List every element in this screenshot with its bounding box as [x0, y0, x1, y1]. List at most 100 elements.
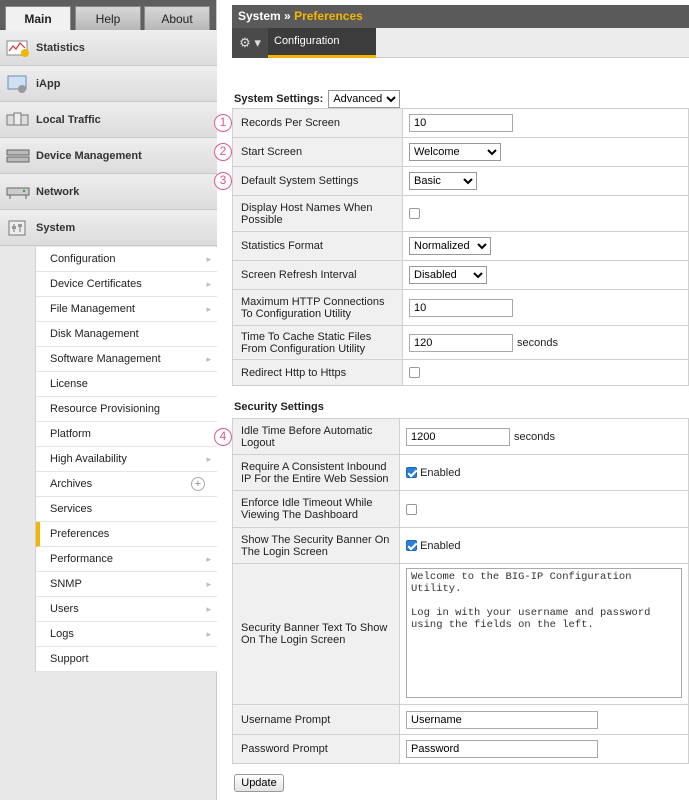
- system-settings-header: System Settings: Advanced: [234, 90, 401, 108]
- display-host-names-label: Display Host Names When Possible: [232, 195, 403, 232]
- password-prompt-input[interactable]: [406, 740, 598, 758]
- start-screen-select[interactable]: Welcome: [409, 143, 501, 161]
- max-http-label: Maximum HTTP Connections To Configuratio…: [232, 289, 403, 326]
- idle-time-unit: seconds: [514, 430, 555, 443]
- default-system-settings-select[interactable]: Basic: [409, 172, 477, 190]
- chevron-right-icon: ▸: [206, 279, 211, 289]
- nav-device-management[interactable]: Device Management: [0, 138, 217, 174]
- breadcrumb-page: Preferences: [294, 9, 363, 23]
- system-submenu: Configuration ▸ Device Certificates ▸ File M…: [35, 247, 217, 672]
- idle-time-input[interactable]: [406, 427, 510, 446]
- add-icon[interactable]: +: [191, 477, 205, 491]
- sidebar-item-archives[interactable]: Archives +: [36, 472, 217, 497]
- screen-refresh-label: Screen Refresh Interval: [232, 260, 403, 290]
- idle-time-label: 4 Idle Time Before Automatic Logout: [214, 418, 400, 455]
- sidebar-item-file-management[interactable]: File Management ▸: [36, 297, 217, 322]
- sidebar-item-label: Performance: [50, 553, 113, 565]
- sidebar-item-label: Users: [50, 603, 79, 615]
- sidebar-item-logs[interactable]: Logs ▸: [36, 622, 217, 647]
- show-banner-label: Show The Security Banner On The Login Sc…: [232, 527, 400, 564]
- iapp-icon: [6, 75, 30, 93]
- sidebar-item-performance[interactable]: Performance ▸: [36, 547, 217, 572]
- start-screen-label: 2 Start Screen: [214, 137, 403, 167]
- table-row: 3 Default System Settings Basic: [214, 166, 689, 196]
- sidebar-item-support[interactable]: Support: [36, 647, 217, 672]
- enforce-idle-checkbox[interactable]: [406, 503, 417, 515]
- chevron-right-icon: ▸: [206, 254, 211, 264]
- nav-system-label: System: [36, 221, 76, 234]
- consistent-ip-checkbox-label: Enabled: [420, 466, 461, 479]
- chevron-right-icon: ▸: [206, 304, 211, 314]
- breadcrumb: System » Preferences: [232, 5, 689, 28]
- display-host-names-checkbox[interactable]: [409, 208, 420, 220]
- redirect-https-label: Redirect Http to Https: [232, 359, 403, 386]
- consistent-ip-checkbox[interactable]: [406, 467, 417, 479]
- cache-time-input[interactable]: [409, 333, 513, 352]
- statistics-format-label: Statistics Format: [232, 231, 403, 261]
- records-per-screen-input[interactable]: [409, 114, 513, 132]
- table-row: Statistics Format Normalized: [232, 231, 689, 261]
- tab-configuration[interactable]: Configuration: [268, 28, 376, 58]
- panel-tabs: Main Help About: [0, 0, 216, 31]
- nav-local-traffic[interactable]: Local Traffic: [0, 102, 217, 138]
- breadcrumb-section[interactable]: System: [238, 9, 281, 23]
- cache-time-label: Time To Cache Static Files From Configur…: [232, 325, 403, 360]
- sidebar-item-license[interactable]: License: [36, 372, 217, 397]
- password-prompt-label: Password Prompt: [232, 734, 400, 764]
- tab-main[interactable]: Main: [5, 6, 71, 31]
- nav-iapp[interactable]: iApp: [0, 66, 217, 102]
- table-row: Display Host Names When Possible: [232, 195, 689, 232]
- nav-device-management-label: Device Management: [36, 149, 142, 162]
- settings-mode-select[interactable]: Advanced: [328, 90, 401, 108]
- statistics-icon: [6, 39, 30, 57]
- screen-refresh-select[interactable]: Disabled: [409, 266, 487, 284]
- show-banner-checkbox[interactable]: [406, 540, 417, 552]
- table-row: 4Idle Time Before Automatic Logout secon…: [214, 418, 689, 455]
- chevron-right-icon: ▸: [206, 579, 211, 589]
- sidebar-item-software-management[interactable]: Software Management ▸: [36, 347, 217, 372]
- system-icon: [6, 219, 30, 237]
- chevron-right-icon: ▸: [206, 604, 211, 614]
- security-settings-table: 4Idle Time Before Automatic Logout secon…: [214, 418, 689, 764]
- nav-local-traffic-label: Local Traffic: [36, 113, 101, 126]
- statistics-format-select[interactable]: Normalized: [409, 237, 491, 255]
- sidebar-item-services[interactable]: Services: [36, 497, 217, 522]
- table-row: Password Prompt: [232, 734, 689, 764]
- callout-badge: 2: [214, 143, 232, 161]
- security-settings-title: Security Settings: [234, 401, 324, 413]
- chevron-right-icon: ▸: [206, 454, 211, 464]
- nav-network-label: Network: [36, 185, 80, 198]
- nav-network[interactable]: Network: [0, 174, 217, 210]
- consistent-ip-label: Require A Consistent Inbound IP For the …: [232, 454, 400, 491]
- chevron-right-icon: ▸: [206, 354, 211, 364]
- sidebar-item-label: Support: [50, 653, 89, 665]
- left-navigation-panel: Main Help About Statistics iApp Local Tr…: [0, 0, 217, 800]
- sidebar-item-label: Preferences: [50, 528, 110, 540]
- update-button[interactable]: Update: [234, 774, 284, 792]
- sidebar-item-users[interactable]: Users ▸: [36, 597, 217, 622]
- sidebar-item-resource-provisioning[interactable]: Resource Provisioning: [36, 397, 217, 422]
- sidebar-item-label: Logs: [50, 628, 74, 640]
- sidebar-item-platform[interactable]: Platform: [36, 422, 217, 447]
- username-prompt-input[interactable]: [406, 710, 598, 729]
- max-http-input[interactable]: [409, 298, 513, 317]
- banner-text-textarea[interactable]: Welcome to the BIG-IP Configuration Util…: [406, 567, 682, 698]
- enforce-idle-label: Enforce Idle Timeout While Viewing The D…: [232, 490, 400, 528]
- nav-system[interactable]: System: [0, 210, 217, 246]
- gear-menu-button[interactable]: ⚙ ▾: [232, 28, 268, 58]
- nav-statistics[interactable]: Statistics: [0, 30, 217, 66]
- sidebar-item-disk-management[interactable]: Disk Management: [36, 322, 217, 347]
- tab-about[interactable]: About: [144, 6, 210, 30]
- redirect-https-checkbox[interactable]: [409, 367, 420, 379]
- tab-help[interactable]: Help: [75, 6, 141, 30]
- callout-badge: 3: [214, 172, 232, 190]
- sidebar-item-high-availability[interactable]: High Availability ▸: [36, 447, 217, 472]
- sidebar-item-label: Software Management: [50, 353, 161, 365]
- sidebar-item-configuration[interactable]: Configuration ▸: [36, 247, 217, 272]
- sidebar-item-label: Platform: [50, 428, 91, 440]
- show-banner-checkbox-label: Enabled: [420, 539, 461, 552]
- table-row: 2 Start Screen Welcome: [214, 137, 689, 167]
- sidebar-item-device-certificates[interactable]: Device Certificates ▸: [36, 272, 217, 297]
- sidebar-item-preferences[interactable]: Preferences: [36, 522, 217, 547]
- sidebar-item-snmp[interactable]: SNMP ▸: [36, 572, 217, 597]
